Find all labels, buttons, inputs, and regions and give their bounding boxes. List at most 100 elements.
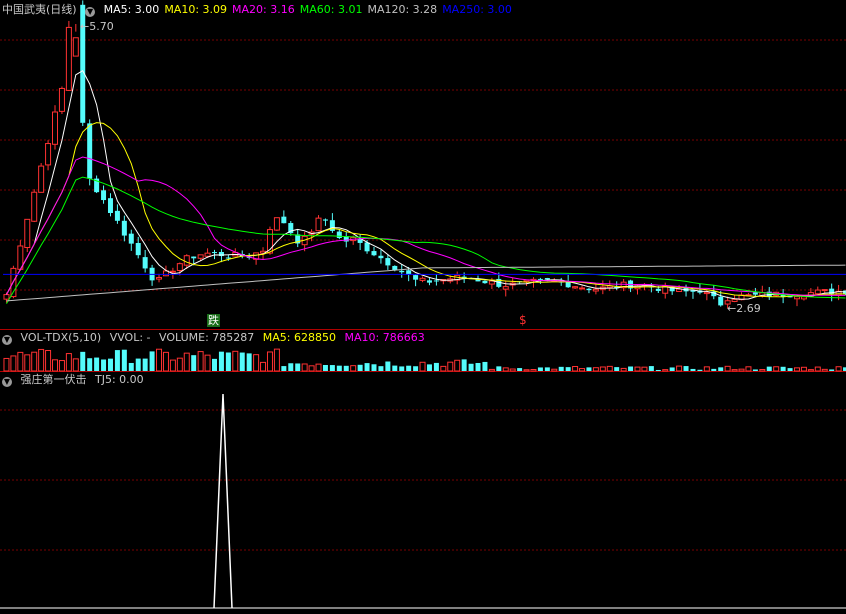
volume-bar — [218, 351, 224, 371]
volume-bar — [322, 364, 328, 371]
candle-body — [433, 280, 439, 282]
indicator-title[interactable]: 强庄第一伏击 — [21, 373, 87, 386]
candle-body — [586, 288, 592, 291]
candle-body — [488, 280, 495, 285]
candle-body — [273, 217, 280, 231]
volume-bar — [212, 358, 217, 371]
volume-bar — [440, 365, 447, 372]
volume-pane[interactable]: ▼ VOL-TDX(5,10) VVOL: - VOLUME: 785287 M… — [0, 330, 846, 372]
candle-body — [793, 296, 800, 300]
volume-bar — [461, 359, 467, 371]
volume-bar — [426, 364, 432, 371]
candle-body — [156, 277, 163, 280]
volume-bar — [759, 369, 766, 372]
stock-name[interactable]: 中国武夷(日线) — [2, 3, 77, 16]
volume-title[interactable]: VOL-TDX(5,10) — [21, 331, 102, 344]
settings-circle-icon[interactable]: ▼ — [2, 335, 12, 345]
volume-bar — [94, 357, 100, 371]
volume-bar — [162, 351, 169, 372]
volume-bar — [281, 366, 287, 371]
volume-bar — [509, 368, 516, 372]
volume-bar — [371, 364, 377, 371]
volume-bar — [703, 366, 710, 372]
volume-bar — [135, 358, 141, 371]
candle-body — [183, 255, 190, 266]
signal-marker-green: 跌 — [207, 314, 220, 327]
volume-bar — [697, 369, 703, 371]
ma-legend-item: MA10: 3.09 — [164, 3, 228, 16]
volume-bar — [378, 366, 384, 371]
volume-bar — [253, 354, 260, 372]
candle-body — [821, 289, 828, 292]
volume-bar — [357, 364, 363, 371]
volume-bar — [197, 351, 204, 372]
candlestick-chart[interactable] — [0, 0, 846, 330]
volume-bar — [724, 365, 731, 372]
volume-bar — [488, 368, 495, 372]
candle-body — [197, 254, 204, 259]
volume-bar — [711, 368, 717, 371]
volume-bar — [565, 367, 571, 371]
volume-bar — [80, 351, 86, 371]
candle-body — [336, 231, 342, 239]
candle-body — [718, 296, 724, 306]
volume-ma10: MA10: 786663 — [344, 331, 425, 344]
candle-body — [413, 275, 419, 280]
candle-body — [385, 258, 391, 266]
candle-body — [65, 26, 72, 91]
settings-circle-icon[interactable]: ▼ — [2, 377, 12, 387]
volume-value: VOLUME: 785287 — [159, 331, 255, 344]
candle-body — [502, 286, 509, 290]
candle-body — [191, 256, 197, 259]
volume-bar — [634, 366, 641, 372]
volume-bar — [475, 362, 481, 371]
ma-legend-item: MA60: 3.01 — [299, 3, 363, 16]
volume-bar — [52, 359, 59, 372]
candle-body — [814, 289, 821, 295]
candle-body — [565, 281, 571, 288]
settings-circle-icon[interactable]: ▼ — [85, 7, 96, 17]
volume-bar — [793, 367, 800, 372]
ma5-line — [6, 70, 846, 300]
volume-bar — [232, 350, 239, 372]
candle-body — [204, 252, 211, 257]
volume-bar — [31, 351, 38, 372]
candle-body — [58, 87, 65, 112]
volume-ma5: MA5: 628850 — [262, 331, 336, 344]
low-price-label: ←2.69 — [727, 302, 761, 315]
ma-legend-item: MA120: 3.28 — [367, 3, 438, 16]
volume-bar — [620, 367, 627, 372]
candle-body — [426, 280, 432, 283]
volume-bar — [288, 363, 294, 371]
candle-body — [482, 280, 488, 284]
volume-bar — [662, 369, 669, 372]
ma-legend: MA5: 3.00 MA10: 3.09 MA20: 3.16 MA60: 3.01 M… — [104, 3, 517, 16]
indicator-pane[interactable]: ▼ 强庄第一伏击 TJ5: 0.00 — [0, 372, 846, 614]
candle-body — [572, 286, 579, 289]
candle-body — [52, 111, 59, 145]
volume-bar — [599, 366, 606, 372]
volume-bar — [24, 354, 31, 372]
volume-bar — [419, 361, 426, 372]
volume-bar — [773, 366, 780, 372]
volume-header: ▼ VOL-TDX(5,10) VVOL: - VOLUME: 785287 M… — [2, 331, 430, 345]
candle-body — [212, 252, 217, 254]
candle-body — [225, 257, 231, 259]
candle-body — [72, 37, 79, 57]
high-price-value: 5.70 — [89, 20, 114, 33]
volume-bar — [364, 363, 370, 371]
candle-body — [315, 217, 322, 232]
volume-bar — [551, 368, 558, 372]
volume-bar — [17, 351, 24, 372]
indicator-chart[interactable] — [0, 372, 846, 614]
volume-bar — [523, 369, 530, 372]
volume-bar — [835, 366, 842, 372]
volume-bar — [517, 368, 523, 371]
volume-bar — [183, 352, 190, 372]
candle-body — [357, 239, 363, 243]
price-pane[interactable]: 中国武夷(日线) ▼ MA5: 3.00 MA10: 3.09 MA20: 3.16… — [0, 0, 846, 330]
volume-bar — [65, 353, 72, 372]
volume-bar — [45, 349, 52, 372]
candle-body — [169, 270, 176, 273]
volume-bar — [72, 358, 79, 372]
